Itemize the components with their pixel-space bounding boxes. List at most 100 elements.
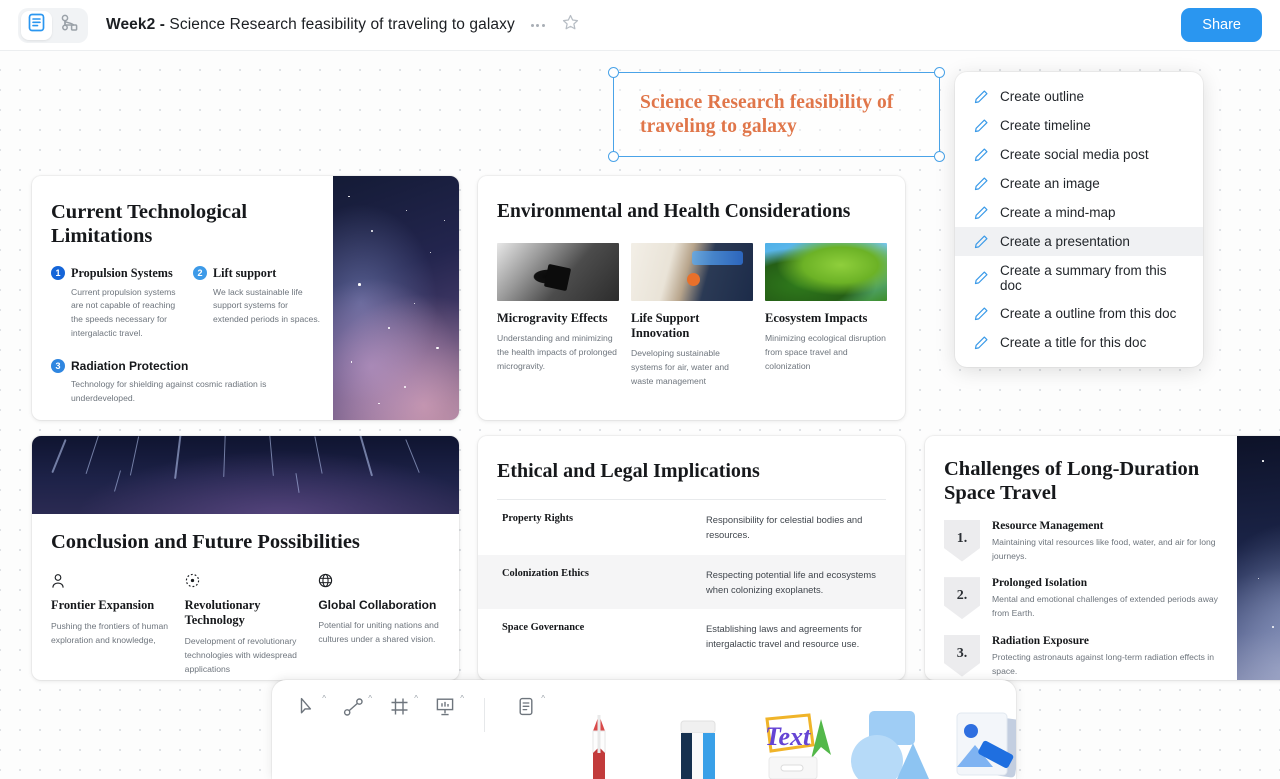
ai-create-menu[interactable]: Create outline Create timeline Create so… <box>955 72 1203 367</box>
image-upload-icon <box>943 712 1016 779</box>
tool-text[interactable]: Text <box>751 701 837 779</box>
list-item: Revolutionary Technology Development of … <box>185 572 307 677</box>
frame-icon <box>390 697 409 721</box>
chevron-up-icon: ^ <box>368 694 372 703</box>
list-item: Microgravity Effects Understanding and m… <box>497 242 619 389</box>
row-value: Responsibility for celestial bodies and … <box>706 514 863 541</box>
view-mode-switch[interactable] <box>18 7 88 43</box>
card-items: Frontier Expansion Pushing the frontiers… <box>51 572 440 677</box>
item-title: Microgravity Effects <box>497 310 608 325</box>
table-row: Space Governance Establishing laws and a… <box>497 609 886 663</box>
menu-item-create-timeline[interactable]: Create timeline <box>955 111 1203 140</box>
slide-card-ethical-legal[interactable]: Ethical and Legal Implications Property … <box>478 436 905 680</box>
canvas[interactable]: Science Research feasibility of travelin… <box>0 51 1280 779</box>
connector-line-icon <box>343 697 364 722</box>
card-content: Current Technological Limitations 1 Prop… <box>32 176 334 420</box>
stars-overlay <box>333 176 459 420</box>
tool-document[interactable]: ^ <box>511 692 545 726</box>
text-icon: Text <box>751 713 837 779</box>
number-badge: 1 <box>51 266 65 281</box>
card-title: Environmental and Health Considerations <box>497 201 851 222</box>
item-body: Pushing the frontiers of human explorati… <box>51 620 169 645</box>
tool-shapes[interactable] <box>847 701 933 779</box>
svg-text:Text: Text <box>765 722 811 751</box>
resize-handle-bottom-left[interactable] <box>608 151 619 162</box>
item-body: Potential for uniting nations and cultur… <box>318 620 439 645</box>
pencil-icon <box>974 306 988 320</box>
menu-item-label: Create an image <box>1000 176 1100 191</box>
galaxy-photo <box>1237 436 1280 680</box>
favorite-button[interactable] <box>561 13 580 37</box>
resize-handle-top-left[interactable] <box>608 67 619 78</box>
stars-overlay <box>1237 436 1280 680</box>
breadcrumb: Week2 - <box>106 16 170 33</box>
globe-icon <box>318 572 440 590</box>
document-mode-button[interactable] <box>21 10 52 40</box>
menu-item-create-social-media-post[interactable]: Create social media post <box>955 140 1203 169</box>
green-leaves-photo <box>765 242 887 301</box>
share-button[interactable]: Share <box>1181 8 1262 42</box>
menu-item-label: Create a summary from this doc <box>1000 262 1167 293</box>
tool-frame[interactable]: ^ <box>384 692 418 726</box>
card-title: Ethical and Legal Implications <box>497 460 760 482</box>
card-title: Challenges of Long-Duration Space Travel <box>944 458 1200 504</box>
item-title: Radiation Protection <box>71 359 189 374</box>
menu-item-label: Create social media post <box>1000 147 1149 162</box>
star-outline-icon <box>561 13 580 37</box>
item-body: Development of revolutionary technologie… <box>184 635 297 675</box>
galaxy-photo <box>333 176 459 420</box>
document-icon <box>28 13 45 37</box>
menu-item-create-an-image[interactable]: Create an image <box>955 169 1203 198</box>
atom-icon <box>185 572 307 590</box>
list-item: 1 Propulsion Systems Current propulsion … <box>51 266 180 342</box>
slide-card-technological-limitations[interactable]: Current Technological Limitations 1 Prop… <box>32 176 459 420</box>
list-item: Ecosystem Impacts Minimizing ecological … <box>765 242 887 389</box>
menu-item-label: Create timeline <box>1000 118 1091 133</box>
life-support-hand-photo <box>631 242 753 301</box>
menu-item-create-outline-from-doc[interactable]: Create a outline from this doc <box>955 299 1203 328</box>
slide-card-environmental-health[interactable]: Environmental and Health Considerations … <box>478 176 905 420</box>
pencil-icon <box>974 335 988 349</box>
slide-card-challenges[interactable]: Challenges of Long-Duration Space Travel… <box>925 436 1280 680</box>
tool-eraser[interactable] <box>655 701 741 779</box>
menu-item-create-a-presentation[interactable]: Create a presentation <box>955 227 1203 256</box>
item-text: Prolonged Isolation Mental and emotional… <box>992 577 1237 621</box>
more-options-button[interactable] <box>530 23 545 27</box>
item-title: Resource Management <box>992 519 1104 532</box>
toolbar-divider <box>484 698 485 732</box>
item-text: Resource Management Maintaining vital re… <box>992 520 1237 564</box>
number-badge: 3 <box>51 359 65 374</box>
menu-item-create-title-for-doc[interactable]: Create a title for this doc <box>955 328 1203 357</box>
tool-select[interactable]: ^ <box>292 692 326 726</box>
row-key: Space Governance <box>502 622 585 634</box>
list-item: 1. Resource Management Maintaining vital… <box>944 519 1237 564</box>
flowchart-mode-button[interactable] <box>54 11 85 40</box>
chevron-up-icon: ^ <box>414 694 418 703</box>
menu-item-create-summary-from-doc[interactable]: Create a summary from this doc <box>955 256 1203 299</box>
tool-presentation[interactable]: ^ <box>430 692 464 726</box>
menu-item-create-outline[interactable]: Create outline <box>955 82 1203 111</box>
table-row: Property Rights Responsibility for celes… <box>497 500 886 554</box>
pencil-icon <box>974 118 988 132</box>
menu-item-create-mind-map[interactable]: Create a mind-map <box>955 198 1203 227</box>
slide-card-conclusion[interactable]: Conclusion and Future Possibilities Fron… <box>32 436 459 680</box>
item-text: Radiation Exposure Protecting astronauts… <box>992 635 1237 679</box>
item-body: Developing sustainable systems for air, … <box>631 347 729 387</box>
tool-image-upload[interactable] <box>943 701 1016 779</box>
title-text-block[interactable]: Science Research feasibility of travelin… <box>608 67 945 162</box>
pencil-icon <box>974 147 988 161</box>
item-body: Understanding and minimizing the health … <box>497 332 617 372</box>
tool-connector[interactable]: ^ <box>338 692 372 726</box>
list-item: 3 Radiation Protection Technology for sh… <box>51 359 322 406</box>
number-badge: 2 <box>193 266 207 281</box>
tool-pencil-draw[interactable] <box>559 701 645 779</box>
table-row: Colonization Ethics Respecting potential… <box>478 554 905 610</box>
resize-handle-top-right[interactable] <box>934 67 945 78</box>
item-number: 3. <box>956 645 968 661</box>
list-item: 2 Lift support We lack sustainable life … <box>193 266 322 342</box>
pencil-draw-icon <box>559 715 645 779</box>
resize-handle-bottom-right[interactable] <box>934 151 945 162</box>
page-title[interactable]: Week2 - Science Research feasibility of … <box>106 16 515 34</box>
card-items: 1 Propulsion Systems Current propulsion … <box>51 266 322 342</box>
bottom-toolbar[interactable]: ^ ^ ^ ^ ^ Text <box>272 680 1016 779</box>
